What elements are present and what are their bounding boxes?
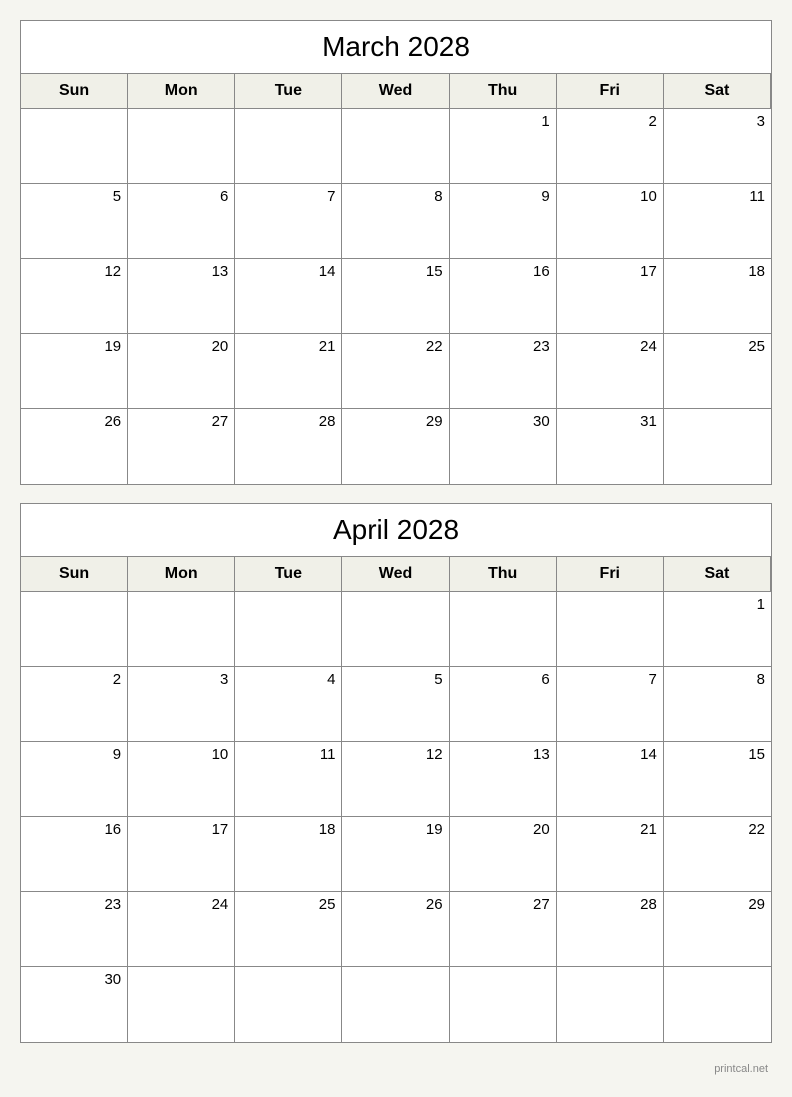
day-cell: 27 <box>450 892 557 967</box>
header-tue: Tue <box>235 557 342 592</box>
day-cell <box>450 967 557 1042</box>
day-cell: 15 <box>664 742 771 817</box>
header-sun: Sun <box>21 557 128 592</box>
day-cell: 19 <box>21 334 128 409</box>
day-cell <box>664 409 771 484</box>
day-cell <box>21 109 128 184</box>
day-cell: 13 <box>128 259 235 334</box>
march-grid: Sun Mon Tue Wed Thu Fri Sat 1 2 3 5 6 7 … <box>21 74 771 484</box>
day-cell <box>235 967 342 1042</box>
day-cell <box>342 592 449 667</box>
header-sat: Sat <box>664 557 771 592</box>
day-cell: 5 <box>21 184 128 259</box>
april-calendar: April 2028 Sun Mon Tue Wed Thu Fri Sat 1… <box>20 503 772 1043</box>
day-cell: 31 <box>557 409 664 484</box>
day-cell <box>21 592 128 667</box>
day-cell: 22 <box>664 817 771 892</box>
day-cell <box>342 109 449 184</box>
day-cell: 4 <box>235 667 342 742</box>
march-title: March 2028 <box>21 21 771 74</box>
header-thu: Thu <box>450 74 557 109</box>
day-cell <box>664 967 771 1042</box>
day-cell <box>235 109 342 184</box>
day-cell: 21 <box>235 334 342 409</box>
header-fri: Fri <box>557 557 664 592</box>
day-cell: 28 <box>557 892 664 967</box>
day-cell: 10 <box>557 184 664 259</box>
day-cell: 29 <box>664 892 771 967</box>
day-cell <box>342 967 449 1042</box>
header-thu: Thu <box>450 557 557 592</box>
day-cell <box>128 109 235 184</box>
day-cell: 26 <box>21 409 128 484</box>
april-title: April 2028 <box>21 504 771 557</box>
day-cell: 20 <box>128 334 235 409</box>
day-cell: 22 <box>342 334 449 409</box>
watermark: printcal.net <box>20 1061 772 1077</box>
day-cell <box>557 592 664 667</box>
day-cell: 6 <box>128 184 235 259</box>
day-cell: 30 <box>450 409 557 484</box>
day-cell: 27 <box>128 409 235 484</box>
day-cell: 9 <box>21 742 128 817</box>
day-cell: 11 <box>664 184 771 259</box>
day-cell: 1 <box>450 109 557 184</box>
day-cell: 3 <box>128 667 235 742</box>
header-sat: Sat <box>664 74 771 109</box>
day-cell: 5 <box>342 667 449 742</box>
day-cell: 13 <box>450 742 557 817</box>
day-cell: 17 <box>557 259 664 334</box>
day-cell: 8 <box>342 184 449 259</box>
day-cell: 16 <box>450 259 557 334</box>
day-cell: 14 <box>235 259 342 334</box>
day-cell <box>450 592 557 667</box>
day-cell: 21 <box>557 817 664 892</box>
day-cell: 2 <box>21 667 128 742</box>
day-cell: 12 <box>342 742 449 817</box>
day-cell: 11 <box>235 742 342 817</box>
day-cell: 23 <box>450 334 557 409</box>
day-cell: 8 <box>664 667 771 742</box>
day-cell: 9 <box>450 184 557 259</box>
day-cell: 1 <box>664 592 771 667</box>
day-cell: 18 <box>235 817 342 892</box>
day-cell: 15 <box>342 259 449 334</box>
day-cell: 7 <box>557 667 664 742</box>
day-cell: 12 <box>21 259 128 334</box>
april-grid: Sun Mon Tue Wed Thu Fri Sat 1 2 3 4 5 6 … <box>21 557 771 1042</box>
day-cell: 30 <box>21 967 128 1042</box>
day-cell: 20 <box>450 817 557 892</box>
day-cell: 10 <box>128 742 235 817</box>
day-cell <box>128 592 235 667</box>
header-wed: Wed <box>342 557 449 592</box>
day-cell: 29 <box>342 409 449 484</box>
day-cell: 25 <box>235 892 342 967</box>
day-cell: 6 <box>450 667 557 742</box>
header-tue: Tue <box>235 74 342 109</box>
day-cell: 16 <box>21 817 128 892</box>
header-mon: Mon <box>128 557 235 592</box>
header-sun: Sun <box>21 74 128 109</box>
day-cell <box>557 967 664 1042</box>
header-mon: Mon <box>128 74 235 109</box>
header-wed: Wed <box>342 74 449 109</box>
day-cell: 3 <box>664 109 771 184</box>
calendar-container: March 2028 Sun Mon Tue Wed Thu Fri Sat 1… <box>20 20 772 1077</box>
day-cell: 7 <box>235 184 342 259</box>
day-cell: 28 <box>235 409 342 484</box>
day-cell: 18 <box>664 259 771 334</box>
day-cell: 17 <box>128 817 235 892</box>
day-cell: 23 <box>21 892 128 967</box>
day-cell: 26 <box>342 892 449 967</box>
day-cell: 14 <box>557 742 664 817</box>
day-cell: 24 <box>128 892 235 967</box>
day-cell <box>235 592 342 667</box>
day-cell <box>128 967 235 1042</box>
day-cell: 2 <box>557 109 664 184</box>
day-cell: 25 <box>664 334 771 409</box>
day-cell: 19 <box>342 817 449 892</box>
header-fri: Fri <box>557 74 664 109</box>
day-cell: 24 <box>557 334 664 409</box>
march-calendar: March 2028 Sun Mon Tue Wed Thu Fri Sat 1… <box>20 20 772 485</box>
